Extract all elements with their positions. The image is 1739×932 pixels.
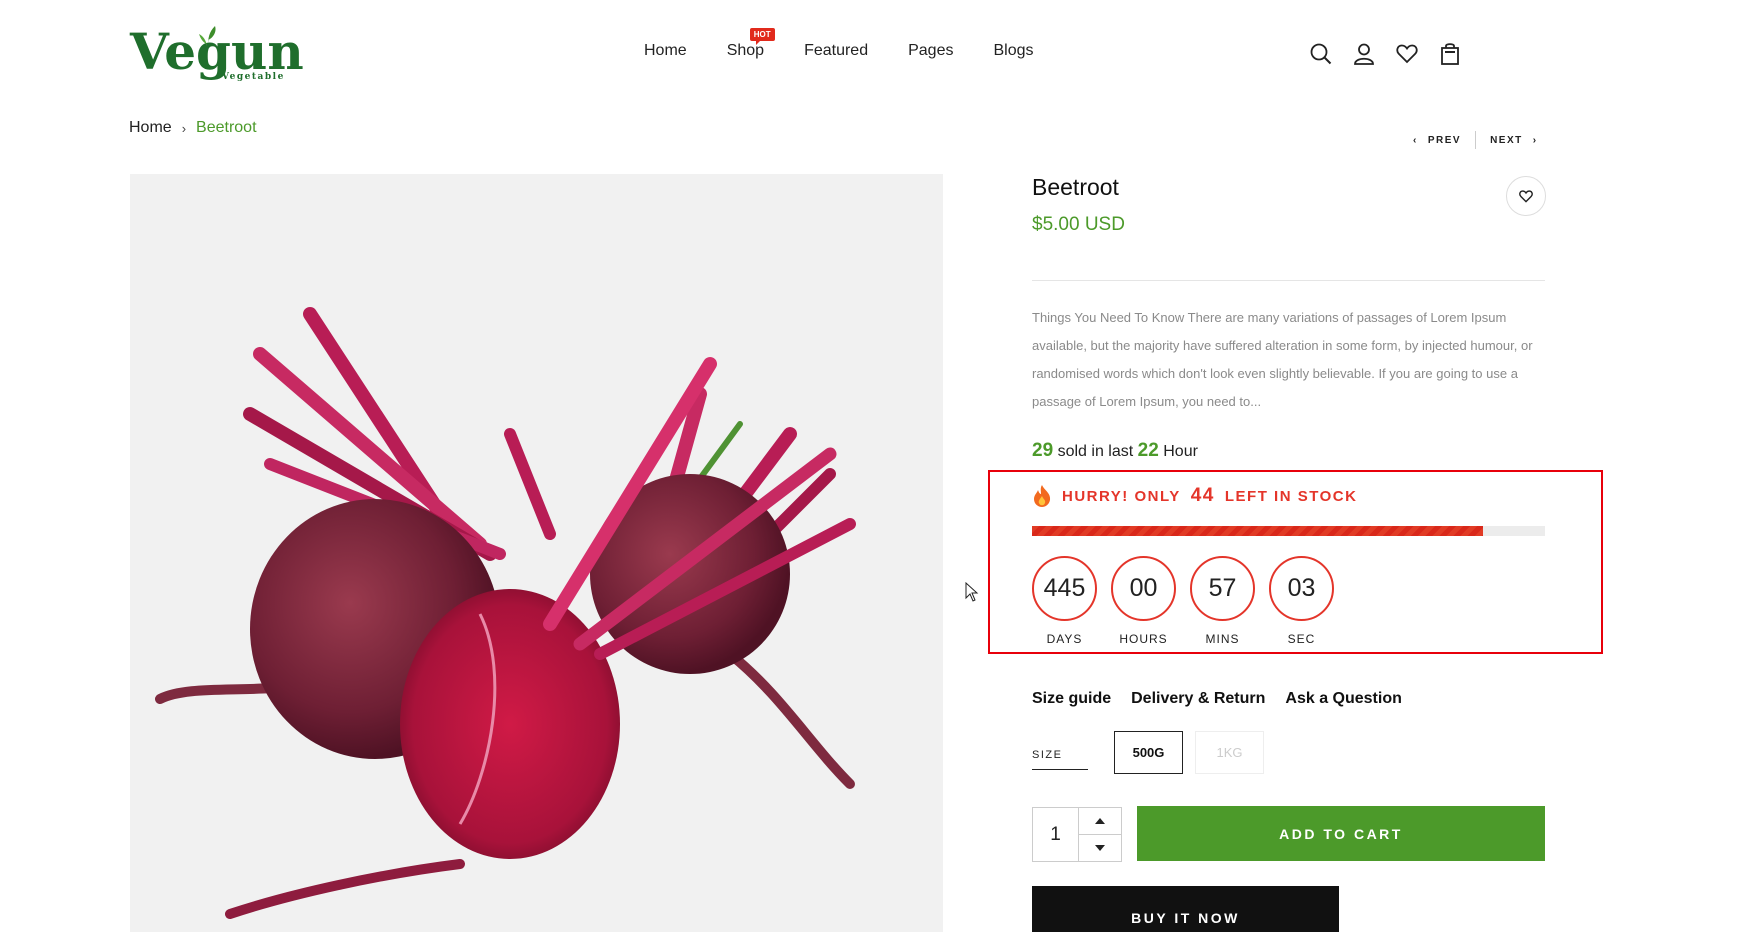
countdown-value: 03 xyxy=(1269,556,1334,621)
delivery-return-link[interactable]: Delivery & Return xyxy=(1131,690,1265,708)
countdown-value: 57 xyxy=(1190,556,1255,621)
stock-count: 44 xyxy=(1190,485,1215,506)
sold-text-end: Hour xyxy=(1163,443,1198,460)
product-title: Beetroot xyxy=(1032,174,1119,200)
countdown-timer: 445 DAYS 00 HOURS 57 MINS 03 SEC xyxy=(1032,556,1334,646)
mouse-cursor-icon xyxy=(965,582,979,602)
size-guide-link[interactable]: Size guide xyxy=(1032,690,1111,708)
stock-prefix: HURRY! ONLY xyxy=(1062,487,1181,505)
stock-alert: HURRY! ONLY 44 LEFT IN STOCK xyxy=(1032,484,1357,508)
stock-progress-bar xyxy=(1032,526,1545,536)
caret-up-icon xyxy=(1095,818,1105,824)
quantity-increase-button[interactable] xyxy=(1079,808,1121,835)
heart-icon xyxy=(1519,189,1533,203)
chevron-left-icon: ‹ xyxy=(1413,134,1418,146)
countdown-label: SEC xyxy=(1287,632,1316,646)
leaf-icon xyxy=(199,26,216,46)
product-price: $5.00 USD xyxy=(1032,214,1125,235)
product-description: Things You Need To Know There are many v… xyxy=(1032,310,1533,409)
countdown-days: 445 DAYS xyxy=(1032,556,1097,646)
countdown-secs: 03 SEC xyxy=(1269,556,1334,646)
add-to-cart-button[interactable]: ADD TO CART xyxy=(1137,806,1545,861)
sold-hours: 22 xyxy=(1137,440,1159,461)
size-option-1kg[interactable]: 1KG xyxy=(1195,731,1264,774)
stock-suffix: LEFT IN STOCK xyxy=(1224,487,1358,505)
header-actions xyxy=(1309,42,1461,65)
fire-icon xyxy=(1034,485,1051,507)
breadcrumb-separator: › xyxy=(181,120,187,136)
site-header: Vegun Vegetable Home Shop HOT Featured P… xyxy=(0,0,1739,110)
breadcrumb-home[interactable]: Home xyxy=(129,119,172,137)
main-nav: Home Shop HOT Featured Pages Blogs xyxy=(644,28,1074,60)
countdown-label: HOURS xyxy=(1119,632,1168,646)
countdown-label: DAYS xyxy=(1046,632,1083,646)
buy-now-button[interactable]: BUY IT NOW xyxy=(1032,886,1339,932)
divider xyxy=(1032,280,1545,281)
prev-label: PREV xyxy=(1427,134,1462,146)
countdown-label: MINS xyxy=(1205,632,1240,646)
search-icon[interactable] xyxy=(1309,42,1332,65)
size-option-500g[interactable]: 500G xyxy=(1114,731,1183,774)
countdown-mins: 57 MINS xyxy=(1190,556,1255,646)
wishlist-button[interactable] xyxy=(1506,176,1546,216)
countdown-value: 445 xyxy=(1032,556,1097,621)
product-image[interactable] xyxy=(130,174,943,932)
hot-badge: HOT xyxy=(749,28,775,45)
ask-question-link[interactable]: Ask a Question xyxy=(1285,690,1401,708)
logo[interactable]: Vegun Vegetable xyxy=(130,22,304,90)
product-pager: ‹ PREV NEXT › xyxy=(1413,131,1538,149)
nav-item-home[interactable]: Home xyxy=(644,42,687,60)
chevron-right-icon: › xyxy=(1532,134,1538,146)
nav-item-pages[interactable]: Pages xyxy=(908,42,953,60)
user-icon[interactable] xyxy=(1352,42,1375,65)
sold-count: 29 xyxy=(1032,440,1054,461)
nav-item-blogs[interactable]: Blogs xyxy=(993,42,1033,60)
prev-button[interactable]: ‹ PREV xyxy=(1413,131,1477,149)
countdown-value: 00 xyxy=(1111,556,1176,621)
beetroot-illustration xyxy=(155,307,856,919)
sold-text: sold in last xyxy=(1057,443,1134,460)
shopping-bag-icon[interactable] xyxy=(1438,42,1461,65)
countdown-hours: 00 HOURS xyxy=(1111,556,1176,646)
nav-item-featured[interactable]: Featured xyxy=(804,42,868,60)
quantity-decrease-button[interactable] xyxy=(1079,835,1121,861)
quantity-arrows xyxy=(1079,808,1121,861)
info-links: Size guide Delivery & Return Ask a Quest… xyxy=(1032,690,1402,708)
breadcrumb: Home › Beetroot xyxy=(129,119,257,137)
breadcrumb-current: Beetroot xyxy=(196,119,257,136)
heart-icon[interactable] xyxy=(1395,42,1418,65)
quantity-input[interactable]: 1 xyxy=(1033,808,1079,861)
caret-down-icon xyxy=(1095,845,1105,851)
nav-item-shop[interactable]: Shop HOT xyxy=(727,28,775,60)
size-label: SIZE xyxy=(1032,749,1088,770)
sold-info: 29 sold in last 22 Hour xyxy=(1032,440,1198,462)
logo-subtitle: Vegetable xyxy=(222,72,285,82)
next-label: NEXT xyxy=(1490,134,1523,146)
quantity-stepper: 1 xyxy=(1032,807,1122,862)
stock-progress-fill xyxy=(1032,526,1484,536)
next-button[interactable]: NEXT › xyxy=(1476,131,1538,149)
